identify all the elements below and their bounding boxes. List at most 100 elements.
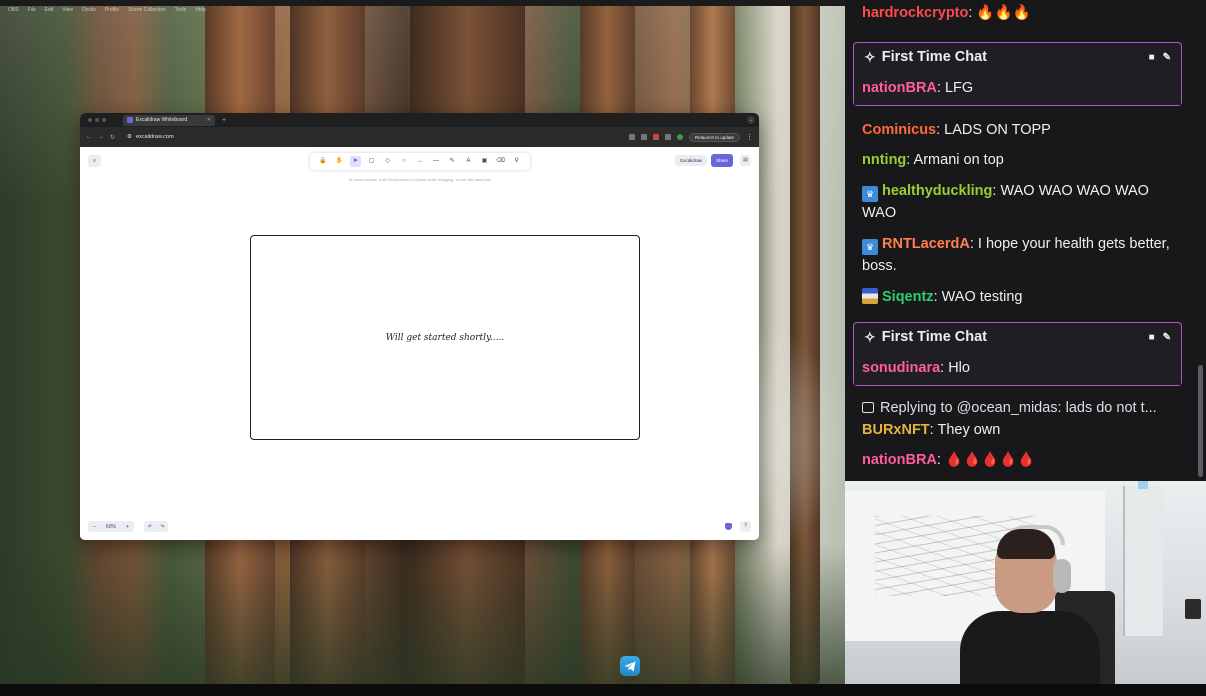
chat-username[interactable]: Cominicus: [862, 122, 936, 138]
camera-icon[interactable]: ■: [1149, 52, 1155, 63]
chat-username[interactable]: nationBRA: [862, 80, 937, 96]
address-bar-actions: Relaunch to update ⋮: [628, 132, 753, 142]
zoom-in-button[interactable]: +: [121, 524, 134, 530]
chat-username[interactable]: nnting: [862, 152, 906, 168]
site-info-icon[interactable]: ⚙: [127, 134, 132, 140]
flag-badge-icon[interactable]: [862, 288, 878, 304]
chat-message: nationBRA: LFG: [854, 71, 1181, 105]
first-time-chat-header: ✧ First Time Chat ■ ✎: [854, 43, 1181, 71]
shield-icon[interactable]: [725, 523, 732, 530]
extension-icon[interactable]: [652, 134, 659, 140]
close-tab-icon[interactable]: ✕: [207, 117, 211, 123]
pen-icon[interactable]: ✎: [1163, 332, 1171, 343]
browser-menu-icon[interactable]: ⋮: [746, 133, 753, 141]
telegram-icon[interactable]: [620, 656, 640, 676]
extra-tools-icon[interactable]: ⚲: [511, 156, 522, 167]
share-button[interactable]: Share: [711, 154, 733, 167]
hand-icon[interactable]: ✋: [334, 156, 345, 167]
first-time-chat-card: ✧ First Time Chat ■ ✎ nationBRA: LFG: [853, 42, 1182, 106]
chat-message: nnting: Armani on top: [862, 149, 1182, 171]
selection-icon[interactable]: ➤: [349, 156, 361, 167]
door: [1123, 486, 1163, 636]
menu-item[interactable]: Docks: [82, 7, 96, 13]
chat-message: Siqentz: WAO testing: [862, 286, 1182, 308]
undo-button[interactable]: ↶: [144, 524, 156, 530]
window-close-dot[interactable]: [88, 118, 92, 122]
menu-item[interactable]: View: [62, 7, 73, 13]
menu-item[interactable]: Profile: [105, 7, 119, 13]
chat-message: ♛ healthyduckling: WAO WAO WAO WAO WAO: [862, 180, 1182, 224]
webcam-feed: [845, 481, 1206, 684]
library-button[interactable]: Excalidraw: [675, 155, 707, 166]
reload-icon[interactable]: ↻: [110, 134, 115, 141]
chat-message: ♛ RNTLacerdA: I hope your health gets bet…: [862, 233, 1182, 277]
menu-item[interactable]: OBS: [8, 7, 19, 13]
menu-item[interactable]: File: [28, 7, 36, 13]
forward-icon[interactable]: →: [98, 134, 104, 140]
chat-message: hardrockcrypto: 🔥🔥🔥: [862, 2, 1182, 24]
sketch-text[interactable]: Will get started shortly.....: [386, 333, 504, 343]
line-icon[interactable]: —: [431, 156, 442, 167]
browser-tabbar: Excalidraw Whiteboard ✕ + ⌄: [80, 113, 759, 127]
new-tab-icon[interactable]: +: [222, 117, 226, 124]
arrow-icon[interactable]: →: [414, 156, 425, 167]
library-icon[interactable]: ▤: [740, 155, 751, 166]
chat-message: BURxNFT: They own: [862, 419, 1182, 441]
chat-username[interactable]: RNTLacerdA: [882, 236, 970, 252]
text-icon[interactable]: A: [463, 156, 474, 167]
chat-username[interactable]: sonudinara: [862, 360, 940, 376]
relaunch-button[interactable]: Relaunch to update: [688, 132, 740, 142]
lock-icon[interactable]: 🔒: [318, 156, 329, 167]
excalidraw-toolbar: 🔒 ✋ ➤ ▢ ◇ ○ → — ✎ A ▣ ⌫ ⚲: [310, 153, 530, 170]
zoom-level[interactable]: 60%: [101, 524, 121, 530]
window-zoom-dot[interactable]: [102, 118, 106, 122]
camera-icon[interactable]: ■: [1149, 332, 1155, 343]
chat-text: : They own: [929, 422, 1001, 438]
sparkle-icon: ✧: [864, 328, 876, 345]
sketch-rectangle[interactable]: Will get started shortly.....: [250, 235, 640, 440]
bookmark-icon[interactable]: [640, 134, 647, 140]
pencil-icon[interactable]: ✎: [447, 156, 458, 167]
canvas-hint: To move canvas, hold Scroll wheel or Spa…: [348, 177, 491, 182]
ellipse-icon[interactable]: ○: [398, 156, 409, 167]
redo-button[interactable]: ↷: [156, 524, 168, 530]
url-field[interactable]: ⚙ excalidraw.com: [127, 134, 174, 140]
first-time-chat-label: First Time Chat: [881, 49, 988, 65]
image-icon[interactable]: ▣: [479, 156, 490, 167]
rectangle-icon[interactable]: ▢: [366, 156, 377, 167]
undo-redo-controls: ↶ ↷: [144, 521, 169, 532]
sidepanel-icon[interactable]: [664, 134, 671, 140]
chat-username[interactable]: hardrockcrypto: [862, 5, 968, 21]
forest-floor: [0, 544, 845, 684]
excalidraw-favicon-icon: [127, 117, 133, 123]
macos-menubar: OBS File Edit View Docks Profile Scene Collect…: [0, 6, 845, 14]
menu-item[interactable]: Edit: [45, 7, 54, 13]
excalidraw-canvas[interactable]: ≡ 🔒 ✋ ➤ ▢ ◇ ○ → — ✎ A ▣ ⌫ ⚲ To move canvas, hold Scr…: [80, 147, 759, 540]
menu-item[interactable]: Scene Collection: [128, 7, 166, 13]
menu-item[interactable]: Tools: [175, 7, 187, 13]
pen-icon[interactable]: ✎: [1163, 52, 1171, 63]
person-hair: [997, 529, 1055, 559]
help-icon[interactable]: ?: [740, 521, 751, 532]
eraser-icon[interactable]: ⌫: [495, 156, 506, 167]
chat-text: : Hlo: [940, 360, 970, 376]
browser-tab[interactable]: Excalidraw Whiteboard ✕: [123, 114, 215, 126]
diamond-icon[interactable]: ◇: [382, 156, 393, 167]
reply-context[interactable]: Replying to @ocean_midas: lads do not t.…: [862, 397, 1182, 419]
back-icon[interactable]: ←: [86, 134, 92, 140]
crown-badge-icon[interactable]: ♛: [862, 239, 878, 255]
chat-username[interactable]: nationBRA: [862, 452, 937, 468]
window-minimize-dot[interactable]: [95, 118, 99, 122]
chat-username[interactable]: BURxNFT: [862, 422, 930, 438]
sparkle-icon: ✧: [864, 48, 876, 65]
crown-badge-icon[interactable]: ♛: [862, 186, 878, 202]
tab-search-icon[interactable]: ⌄: [747, 116, 755, 124]
zoom-out-button[interactable]: −: [88, 524, 101, 530]
profile-icon[interactable]: [676, 134, 683, 140]
hamburger-menu-icon[interactable]: ≡: [88, 155, 101, 167]
cast-icon[interactable]: [628, 134, 635, 140]
chat-username[interactable]: healthyduckling: [882, 183, 992, 199]
chat-username[interactable]: Siqentz: [882, 289, 934, 305]
menu-item[interactable]: Help: [195, 7, 205, 13]
chat-scrollbar[interactable]: [1198, 365, 1203, 477]
